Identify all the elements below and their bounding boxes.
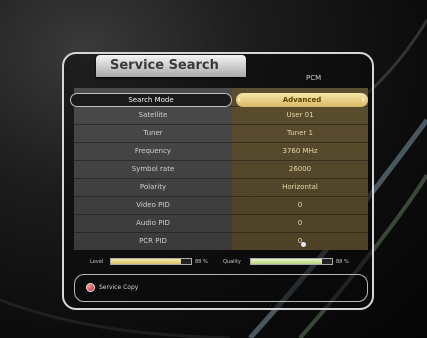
audio-pid-value: 0 [297,219,303,227]
chevron-left-icon[interactable]: ‹ [237,93,241,107]
pcr-pid-label: PCR PID [139,237,167,245]
symbol-rate-value: 26000 [288,165,312,173]
symbol-rate-label: Symbol rate [131,165,175,173]
tuner-value: Tuner 1 [287,129,313,137]
chevron-right-icon[interactable]: › [361,93,365,107]
search-mode-label: Search Mode [128,96,174,104]
audio-pid-label: Audio PID [136,219,170,227]
satellite-value: User 01 [286,111,314,119]
quality-meter [250,258,333,265]
mode-indicator: PCM [306,74,322,82]
frequency-value: 3760 MHz [282,147,318,155]
quality-percent: 88 % [336,259,349,265]
polarity-value: Horizontal [282,183,318,191]
quality-meter-fill [251,259,323,264]
video-pid-value: 0 [297,201,303,209]
red-button-icon[interactable] [86,283,95,292]
level-percent: 88 % [195,259,208,265]
service-copy-label: Service Copy [99,284,139,291]
frequency-label: Frequency [134,147,172,155]
page-title: Service Search [110,58,219,73]
satellite-label: Satellite [138,111,168,119]
pcr-pid-value: 0 [297,237,303,245]
video-pid-label: Video PID [136,201,170,209]
quality-label: Quality [223,259,241,265]
level-label: Level [90,259,104,265]
polarity-label: Polarity [139,183,167,191]
scroll-indicator-icon [301,242,306,247]
search-mode-value: Advanced [282,96,322,104]
level-meter-fill [111,259,182,264]
level-meter [110,258,192,265]
title-tab: Service Search [96,55,246,77]
tuner-label: Tuner [143,129,163,137]
